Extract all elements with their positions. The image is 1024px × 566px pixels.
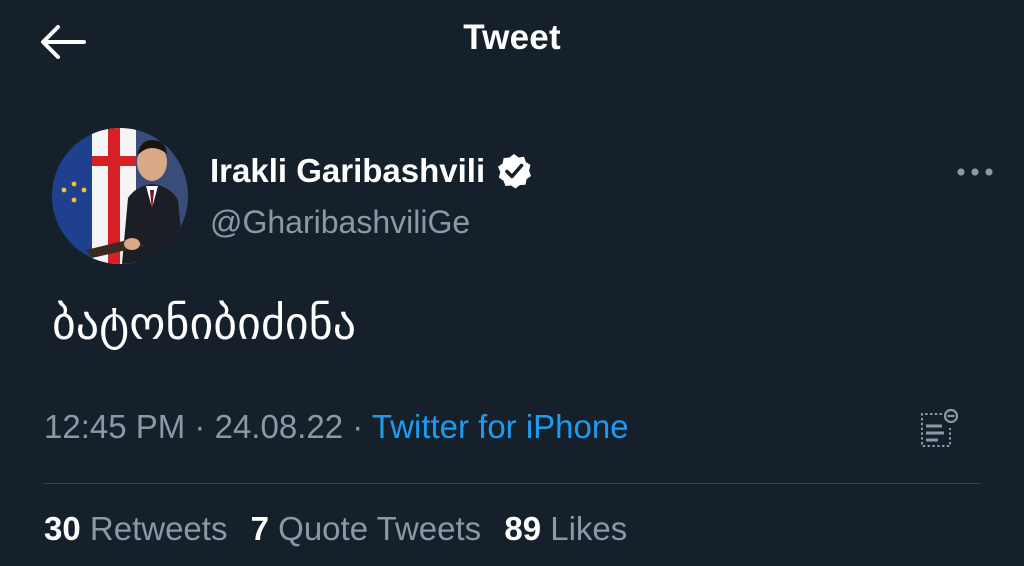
- meta-separator-2: ·: [352, 408, 364, 445]
- likes-label: Likes: [550, 510, 628, 547]
- quote-tweets-count: 7: [250, 510, 269, 547]
- verified-badge-icon: [498, 154, 532, 189]
- analytics-button[interactable]: [916, 408, 960, 450]
- author-avatar[interactable]: [52, 128, 188, 264]
- tweet-source-link[interactable]: Twitter for iPhone: [372, 408, 629, 445]
- likes-stat[interactable]: 89 Likes: [504, 510, 627, 547]
- quote-tweets-label: Quote Tweets: [278, 510, 482, 547]
- quote-tweets-stat[interactable]: 7 Quote Tweets: [251, 510, 482, 547]
- more-options-button[interactable]: [950, 160, 1000, 184]
- tweet-meta: 12:45 PM · 24.08.22 · Twitter for iPhone: [44, 408, 629, 446]
- tweet-stats: 30 Retweets 7 Quote Tweets 89 Likes: [44, 510, 641, 548]
- author-handle[interactable]: @GharibashviliGe: [210, 204, 470, 241]
- top-bar: Tweet: [0, 0, 1024, 84]
- tweet-time[interactable]: 12:45 PM: [44, 408, 185, 445]
- page-title: Tweet: [463, 18, 561, 57]
- more-dots-icon: [957, 168, 993, 176]
- retweets-label: Retweets: [89, 510, 228, 547]
- retweets-count: 30: [44, 510, 81, 547]
- tweet-text: ბატონიბიძინა: [52, 296, 357, 350]
- meta-separator: ·: [194, 408, 206, 445]
- author-name-text: Irakli Garibashvili: [210, 152, 486, 189]
- avatar-image: [52, 128, 188, 264]
- tweet-date[interactable]: 24.08.22: [215, 408, 343, 445]
- divider: [44, 483, 980, 484]
- likes-count: 89: [504, 510, 542, 547]
- retweets-stat[interactable]: 30 Retweets: [44, 510, 227, 547]
- analytics-icon: [921, 408, 959, 447]
- author-name[interactable]: Irakli Garibashvili: [210, 152, 533, 190]
